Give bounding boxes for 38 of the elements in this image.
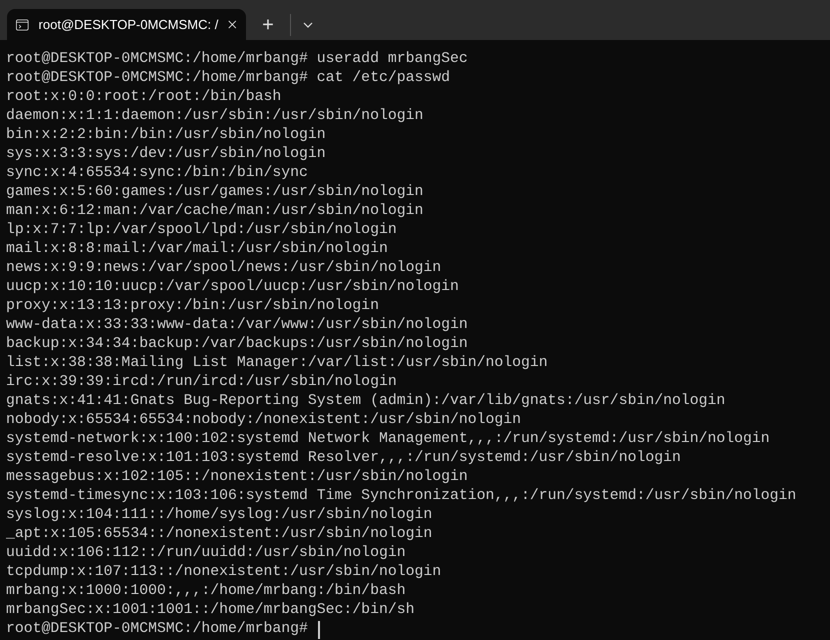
terminal-line: sync:x:4:65534:sync:/bin:/bin/sync — [6, 164, 308, 183]
terminal-line: tcpdump:x:107:113::/nonexistent:/usr/sbin/nologin — [6, 563, 442, 582]
terminal-line: news:x:9:9:news:/var/spool/news:/usr/sbin/nologin — [6, 259, 442, 278]
terminal-line: lp:x:7:7:lp:/var/spool/lpd:/usr/sbin/nologin — [6, 221, 397, 240]
terminal-line: syslog:x:104:111::/home/syslog:/usr/sbin/nologin — [6, 506, 432, 525]
terminal-line: systemd-timesync:x:103:106:systemd Time Synchronization,,,:/run/systemd:/usr/sbin/nologin — [6, 487, 796, 506]
terminal-line: proxy:x:13:13:proxy:/bin:/usr/sbin/nologin — [6, 297, 379, 316]
terminal-line: daemon:x:1:1:daemon:/usr/sbin:/usr/sbin/nologin — [6, 107, 424, 126]
terminal-line: nobody:x:65534:65534:nobody:/nonexistent:/usr/sbin/nologin — [6, 411, 522, 430]
terminal-line: bin:x:2:2:bin:/bin:/usr/sbin/nologin — [6, 126, 326, 145]
terminal-line: root@DESKTOP-0MCMSMC:/home/mrbang# useradd mrbangSec — [6, 50, 468, 69]
terminal-line: man:x:6:12:man:/var/cache/man:/usr/sbin/nologin — [6, 202, 424, 221]
terminal-line: root:x:0:0:root:/root:/bin/bash — [6, 88, 282, 107]
terminal-line: gnats:x:41:41:Gnats Bug-Reporting System (admin):/var/lib/gnats:/usr/sbin/nologin — [6, 392, 726, 411]
terminal-prompt: root@DESKTOP-0MCMSMC:/home/mrbang# — [6, 620, 308, 639]
terminal-line: messagebus:x:102:105::/nonexistent:/usr/sbin/nologin — [6, 468, 468, 487]
terminal-line: irc:x:39:39:ircd:/run/ircd:/usr/sbin/nologin — [6, 373, 397, 392]
terminal-icon — [16, 18, 29, 32]
terminal-line: systemd-resolve:x:101:103:systemd Resolver,,,:/run/systemd:/usr/sbin/nologin — [6, 449, 681, 468]
terminal-line: sys:x:3:3:sys:/dev:/usr/sbin/nologin — [6, 145, 326, 164]
terminal-line: _apt:x:105:65534::/nonexistent:/usr/sbin/nologin — [6, 525, 432, 544]
terminal-line: uucp:x:10:10:uucp:/var/spool/uucp:/usr/sbin/nologin — [6, 278, 459, 297]
dropdown-icon[interactable] — [303, 22, 313, 28]
terminal-line: mail:x:8:8:mail:/var/mail:/usr/sbin/nologin — [6, 240, 388, 259]
terminal-line: root@DESKTOP-0MCMSMC:/home/mrbang# cat /etc/passwd — [6, 69, 450, 88]
terminal-line: games:x:5:60:games:/usr/games:/usr/sbin/nologin — [6, 183, 424, 202]
close-icon[interactable] — [228, 19, 237, 30]
terminal-line: mrbangSec:x:1001:1001::/home/mrbangSec:/bin/sh — [6, 601, 414, 620]
terminal-line: mrbang:x:1000:1000:,,,:/home/mrbang:/bin/bash — [6, 582, 406, 601]
tab-title: root@DESKTOP-0MCMSMC: / — [38, 16, 218, 34]
terminal-line: backup:x:34:34:backup:/var/backups:/usr/sbin/nologin — [6, 335, 468, 354]
terminal-line: list:x:38:38:Mailing List Manager:/var/list:/usr/sbin/nologin — [6, 354, 548, 373]
new-tab-button[interactable]: + — [258, 14, 278, 34]
terminal-line: www-data:x:33:33:www-data:/var/www:/usr/sbin/nologin — [6, 316, 468, 335]
terminal-line: uuidd:x:106:112::/run/uuidd:/usr/sbin/nologin — [6, 544, 406, 563]
text-cursor — [318, 620, 320, 638]
terminal-tab[interactable]: root@DESKTOP-0MCMSMC: / — [7, 9, 246, 40]
terminal-line: systemd-network:x:100:102:systemd Network Management,,,:/run/systemd:/usr/sbin/nologin — [6, 430, 770, 449]
